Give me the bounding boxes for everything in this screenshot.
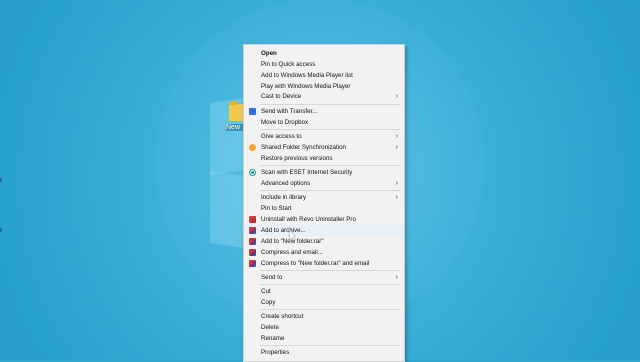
menu-item-pin-to-start[interactable]: Pin to Start <box>244 203 404 214</box>
menu-item-copy[interactable]: Copy <box>244 297 404 308</box>
winrar-icon <box>249 260 256 267</box>
menu-item-include-library[interactable]: Include in library › <box>244 192 404 203</box>
context-menu: Open Pin to Quick access Add to Windows … <box>243 44 405 362</box>
menu-item-open[interactable]: Open <box>244 48 404 59</box>
menu-item-cut[interactable]: Cut <box>244 286 404 297</box>
menu-separator <box>260 104 400 105</box>
menu-separator <box>260 345 400 346</box>
winrar-icon <box>249 238 256 245</box>
menu-item-label: Add to Windows Media Player list <box>261 72 353 79</box>
share-sync-icon <box>249 144 256 151</box>
menu-item-label: Rename <box>261 335 285 342</box>
menu-item-add-wmp-list[interactable]: Add to Windows Media Player list <box>244 70 404 81</box>
menu-item-give-access[interactable]: Give access to › <box>244 131 404 142</box>
menu-item-label: Send to <box>261 274 283 281</box>
menu-item-label: Open <box>261 50 277 57</box>
menu-separator <box>260 270 400 271</box>
chevron-right-icon: › <box>395 144 398 151</box>
menu-separator <box>260 129 400 130</box>
menu-item-label: Cut <box>261 288 271 295</box>
menu-item-label: Compress and email... <box>261 249 323 256</box>
winrar-icon <box>249 249 256 256</box>
menu-item-label: Move to Dropbox <box>261 119 309 126</box>
menu-item-label: Include in library <box>261 194 307 201</box>
revo-icon <box>249 216 256 223</box>
menu-item-delete[interactable]: Delete <box>244 322 404 333</box>
menu-item-properties[interactable]: Properties <box>244 347 404 358</box>
menu-item-rename[interactable]: Rename <box>244 333 404 344</box>
menu-item-label: Uninstall with Revo Uninstaller Pro <box>261 216 356 223</box>
menu-item-cast-to-device[interactable]: Cast to Device › <box>244 91 404 102</box>
eset-icon <box>249 169 256 176</box>
chevron-right-icon: › <box>395 93 398 100</box>
menu-item-move-to-dropbox[interactable]: Move to Dropbox <box>244 117 404 128</box>
chevron-right-icon: › <box>395 133 398 140</box>
chevron-right-icon: › <box>395 274 398 281</box>
menu-item-create-shortcut[interactable]: Create shortcut <box>244 311 404 322</box>
menu-item-label: Send with Transfer... <box>261 108 318 115</box>
menu-item-label: Pin to Start <box>261 205 292 212</box>
menu-separator <box>260 309 400 310</box>
menu-item-label: Shared Folder Synchronization <box>261 144 346 151</box>
edge-mark <box>0 228 2 232</box>
menu-separator <box>260 190 400 191</box>
edge-mark <box>0 178 2 182</box>
menu-item-label: Add to archive... <box>261 227 306 234</box>
menu-item-compress-rar-email[interactable]: Compress to "New folder.rar" and email <box>244 258 404 269</box>
menu-item-revo-uninstall[interactable]: Uninstall with Revo Uninstaller Pro <box>244 214 404 225</box>
menu-item-label: Advanced options <box>261 180 311 187</box>
winrar-icon <box>249 227 256 234</box>
menu-item-shared-folder-sync[interactable]: Shared Folder Synchronization › <box>244 142 404 153</box>
dropbox-icon <box>249 108 256 115</box>
menu-item-label: Create shortcut <box>261 313 304 320</box>
menu-item-advanced-options[interactable]: Advanced options › <box>244 178 404 189</box>
menu-item-compress-email[interactable]: Compress and email... <box>244 247 404 258</box>
chevron-right-icon: › <box>395 180 398 187</box>
menu-item-label: Compress to "New folder.rar" and email <box>261 260 370 267</box>
menu-item-label: Pin to Quick access <box>261 61 316 68</box>
menu-item-label: Restore previous versions <box>261 155 333 162</box>
menu-item-label: Give access to <box>261 133 302 140</box>
menu-item-label: Scan with ESET Internet Security <box>261 169 353 176</box>
menu-item-label: Cast to Device <box>261 93 302 100</box>
menu-item-label: Properties <box>261 349 290 356</box>
menu-item-send-with-transfer[interactable]: Send with Transfer... <box>244 106 404 117</box>
chevron-right-icon: › <box>395 194 398 201</box>
menu-item-scan-eset[interactable]: Scan with ESET Internet Security <box>244 167 404 178</box>
menu-item-add-to-archive[interactable]: Add to archive... <box>244 225 404 236</box>
menu-item-label: Delete <box>261 324 279 331</box>
menu-separator <box>260 165 400 166</box>
menu-item-label: Copy <box>261 299 276 306</box>
menu-item-pin-quick-access[interactable]: Pin to Quick access <box>244 59 404 70</box>
menu-item-add-to-rar[interactable]: Add to "New folder.rar" <box>244 236 404 247</box>
menu-separator <box>260 284 400 285</box>
menu-item-send-to[interactable]: Send to › <box>244 272 404 283</box>
menu-item-restore-versions[interactable]: Restore previous versions <box>244 153 404 164</box>
